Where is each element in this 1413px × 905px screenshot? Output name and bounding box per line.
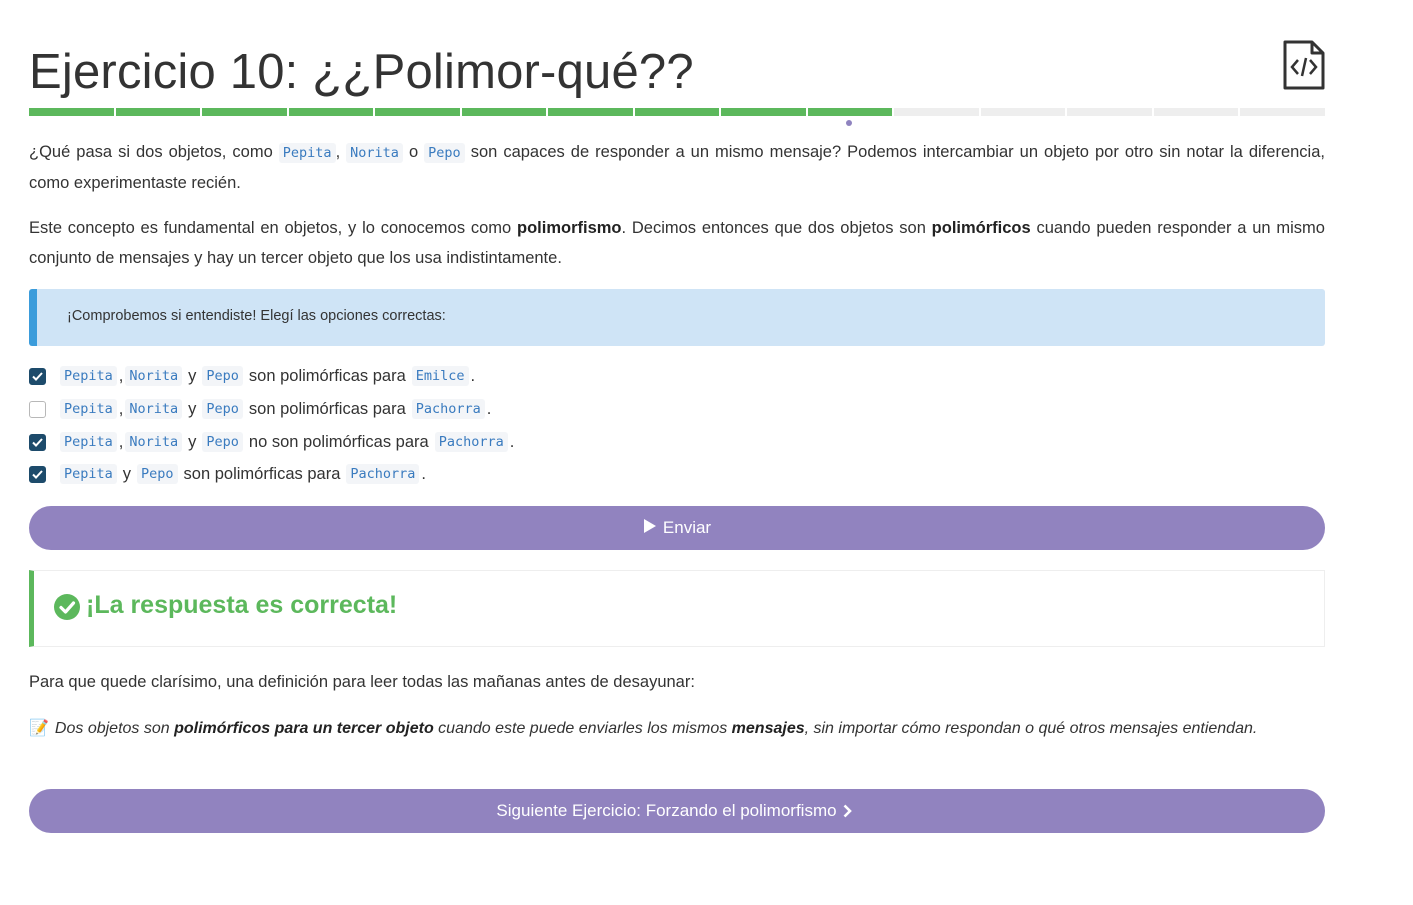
definition-memo: 📝 Dos objetos son polimórficos para un t… — [29, 716, 1257, 742]
option-label: son polimórficas para — [248, 399, 406, 418]
progress-bar — [29, 108, 1325, 116]
option-code: Pepo — [202, 432, 243, 452]
option-target: Emilce — [411, 366, 469, 386]
check-circle-icon — [54, 594, 80, 625]
progress-segment[interactable] — [1067, 108, 1152, 116]
option-2[interactable]: Pepita, Norita y Pepo son polimórficas p… — [29, 397, 491, 421]
option-label: son polimórficas para — [183, 464, 341, 483]
option-word: y — [188, 432, 197, 451]
option-code: Norita — [125, 366, 183, 386]
option-sep: , — [118, 432, 124, 451]
result-box: ¡La respuesta es correcta! — [29, 570, 1325, 647]
progress-segment[interactable] — [894, 108, 979, 116]
option-target: Pachorra — [346, 464, 420, 484]
progress-segment[interactable] — [1153, 108, 1239, 116]
page-title: Ejercicio 10: ¿¿Polimor-qué?? — [29, 45, 694, 99]
option-code: Pepita — [60, 366, 117, 386]
intro-paragraph-1: ¿Qué pasa si dos objetos, como Pepita, N… — [29, 143, 1325, 192]
option-end: . — [509, 432, 515, 451]
option-code: Pepita — [60, 464, 117, 484]
outro-paragraph: Para que quede clarísimo, una definición… — [29, 673, 695, 691]
submit-button[interactable]: Enviar — [29, 506, 1325, 550]
option-code: Pepita — [60, 432, 117, 452]
option-end: . — [421, 464, 426, 483]
option-label: no son polimórficas para — [248, 432, 429, 451]
info-box: ¡Comprobemos si entendiste! Elegí las op… — [29, 289, 1325, 346]
progress-segment[interactable] — [288, 108, 374, 116]
progress-segment[interactable] — [807, 108, 893, 116]
option-checkbox[interactable] — [29, 465, 46, 483]
option-code: Pepita — [60, 399, 117, 419]
submit-label: Enviar — [662, 518, 712, 537]
info-box-text: ¡Comprobemos si entendiste! Elegí las op… — [67, 308, 446, 324]
option-checkbox[interactable] — [29, 400, 46, 418]
option-3[interactable]: Pepita, Norita y Pepo no son polimórfica… — [29, 430, 514, 454]
option-code: Pepo — [202, 366, 243, 386]
option-code: Norita — [125, 432, 183, 452]
option-code: Norita — [125, 399, 183, 419]
option-4[interactable]: Pepita y Pepo son polimórficas para Pach… — [29, 462, 426, 486]
code-file-icon[interactable] — [1282, 40, 1326, 90]
progress-segment[interactable] — [375, 108, 460, 116]
progress-segment[interactable] — [115, 108, 201, 116]
code-pepita: Pepita — [278, 143, 336, 163]
option-code: Pepo — [137, 464, 178, 484]
progress-segment[interactable] — [1240, 108, 1325, 116]
chevron-right-icon — [843, 804, 858, 818]
bold-mensajes: mensajes — [731, 720, 805, 737]
progress-segment[interactable] — [29, 108, 114, 116]
progress-segment[interactable] — [980, 108, 1066, 116]
option-target: Pachorra — [434, 432, 508, 452]
option-target: Pachorra — [411, 399, 485, 419]
current-exercise-marker — [846, 120, 852, 126]
option-word: y — [122, 464, 132, 483]
result-text: ¡La respuesta es correcta! — [86, 591, 398, 619]
option-end: . — [470, 366, 476, 385]
option-end: . — [486, 399, 492, 418]
progress-segment[interactable] — [548, 108, 633, 116]
next-exercise-label: Siguiente Ejercicio: Forzando el polimor… — [496, 801, 837, 820]
option-checkbox[interactable] — [29, 433, 46, 451]
progress-segment[interactable] — [461, 108, 547, 116]
bold-definition: polimórficos para un tercer objeto — [174, 720, 434, 737]
progress-segment[interactable] — [634, 108, 720, 116]
option-checkbox[interactable] — [29, 367, 46, 385]
progress-segment[interactable] — [721, 108, 806, 116]
bold-polimorfismo: polimorfismo — [517, 219, 622, 237]
bold-polimorficos: polimórficos — [931, 219, 1031, 237]
memo-icon: 📝 — [29, 720, 49, 737]
code-pepo: Pepo — [424, 143, 465, 163]
option-code: Pepo — [202, 399, 243, 419]
option-label: son polimórficas para — [248, 366, 406, 385]
option-word: y — [188, 399, 197, 418]
next-exercise-button[interactable]: Siguiente Ejercicio: Forzando el polimor… — [29, 789, 1325, 833]
play-icon — [643, 518, 663, 539]
intro-paragraph-2: Este concepto es fundamental en objetos,… — [29, 219, 1325, 267]
option-sep: , — [118, 366, 124, 385]
progress-segment[interactable] — [202, 108, 287, 116]
option-word: y — [188, 366, 197, 385]
code-norita: Norita — [346, 143, 403, 163]
option-1[interactable]: Pepita, Norita y Pepo son polimórficas p… — [29, 364, 475, 388]
option-sep: , — [118, 399, 124, 418]
